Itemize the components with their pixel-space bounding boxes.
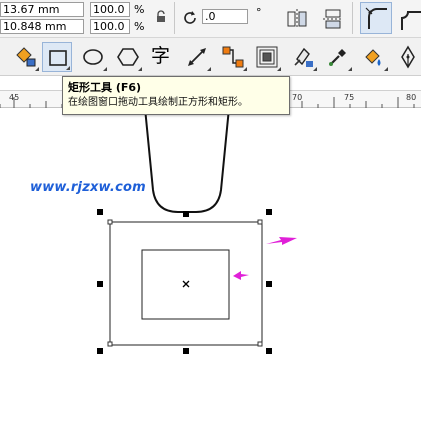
- corner-node[interactable]: [257, 341, 263, 347]
- ruler-label: 45: [9, 93, 20, 102]
- dimension-icon: [188, 48, 206, 66]
- ellipse-icon: [83, 49, 103, 65]
- fill-bucket-icon: [16, 47, 36, 67]
- eyedropper-icon: [329, 49, 346, 66]
- scallop-corner-button[interactable]: [396, 2, 421, 34]
- tooltip-title: 矩形工具 (F6): [68, 81, 142, 94]
- rotation-unit: °: [256, 6, 262, 19]
- polygon-tool[interactable]: [113, 42, 143, 72]
- contour-tool[interactable]: [252, 42, 282, 72]
- canvas-drawing: [97, 108, 297, 354]
- annotation-arrow-outer: [266, 237, 297, 245]
- selection-handle[interactable]: [266, 281, 272, 287]
- smart-fill-icon: [294, 47, 313, 67]
- flyout-arrow-icon: [35, 67, 39, 71]
- pen-icon: [401, 45, 415, 69]
- flyout-arrow-icon: [348, 67, 352, 71]
- selection-handle[interactable]: [266, 348, 272, 354]
- separator: [174, 2, 175, 34]
- lock-ratio-icon[interactable]: [155, 10, 167, 24]
- contour-icon: [256, 46, 278, 68]
- flyout-arrow-icon: [103, 67, 107, 71]
- corner-node[interactable]: [107, 219, 113, 225]
- curved-shape[interactable]: [144, 108, 230, 213]
- connector-icon: [222, 46, 244, 68]
- rectangle-tool-tooltip: 矩形工具 (F6) 在绘图窗口拖动工具绘制正方形和矩形。: [62, 76, 290, 115]
- interactive-fill-tool[interactable]: [359, 42, 389, 72]
- flyout-arrow-icon: [243, 67, 247, 71]
- corner-node[interactable]: [107, 341, 113, 347]
- annotation-arrow-inner: [233, 271, 249, 280]
- selection-handle[interactable]: [97, 348, 103, 354]
- round-corner-button[interactable]: [360, 2, 392, 34]
- smart-fill-tool[interactable]: [288, 42, 318, 72]
- rectangle-tool[interactable]: [42, 42, 72, 72]
- property-bar: 13.67 mm 10.848 mm 100.0 100.0 % % .0 °: [0, 0, 421, 38]
- rotate-icon: [183, 10, 199, 26]
- selection-handle[interactable]: [97, 209, 103, 215]
- flyout-arrow-icon: [313, 67, 317, 71]
- watermark-text: www.rjzxw.com: [30, 180, 146, 195]
- toolbox: 字: [0, 38, 421, 76]
- scale-x-field[interactable]: 100.0: [90, 2, 130, 17]
- selection-handle[interactable]: [183, 211, 189, 217]
- flyout-arrow-icon: [66, 66, 70, 70]
- center-marker: [182, 280, 190, 288]
- scale-y-field[interactable]: 100.0: [90, 19, 130, 34]
- object-height-field[interactable]: 10.848 mm: [0, 19, 84, 34]
- dimension-tool[interactable]: [182, 42, 212, 72]
- mirror-horizontal-icon[interactable]: [286, 8, 308, 30]
- connector-tool[interactable]: [218, 42, 248, 72]
- ruler-label: 70: [292, 93, 303, 102]
- tooltip-description: 在绘图窗口拖动工具绘制正方形和矩形。: [68, 97, 248, 108]
- selection-handle[interactable]: [183, 348, 189, 354]
- interactive-fill-icon: [365, 49, 381, 66]
- text-tool[interactable]: 字: [147, 42, 177, 72]
- scale-x-unit: %: [134, 3, 145, 16]
- mirror-vertical-icon[interactable]: [322, 8, 344, 30]
- ellipse-tool[interactable]: [78, 42, 108, 72]
- selection-handle[interactable]: [97, 281, 103, 287]
- drawing-canvas[interactable]: [0, 108, 421, 423]
- ruler-label: 80: [406, 93, 417, 102]
- ruler-label: 75: [344, 93, 355, 102]
- flyout-arrow-icon: [138, 67, 142, 71]
- text-icon: 字: [151, 45, 171, 67]
- object-width-field[interactable]: 13.67 mm: [0, 2, 84, 17]
- flyout-arrow-icon: [207, 67, 211, 71]
- scale-y-unit: %: [134, 20, 145, 33]
- fill-bucket-tool[interactable]: [10, 42, 40, 72]
- pen-tool[interactable]: [393, 42, 421, 72]
- selection-handle[interactable]: [266, 209, 272, 215]
- flyout-arrow-icon: [277, 67, 281, 71]
- corner-node[interactable]: [257, 219, 263, 225]
- separator: [352, 2, 353, 34]
- rotation-angle-field[interactable]: .0: [202, 9, 248, 24]
- flyout-arrow-icon: [384, 67, 388, 71]
- polygon-icon: [117, 48, 139, 66]
- eyedropper-tool[interactable]: [323, 42, 353, 72]
